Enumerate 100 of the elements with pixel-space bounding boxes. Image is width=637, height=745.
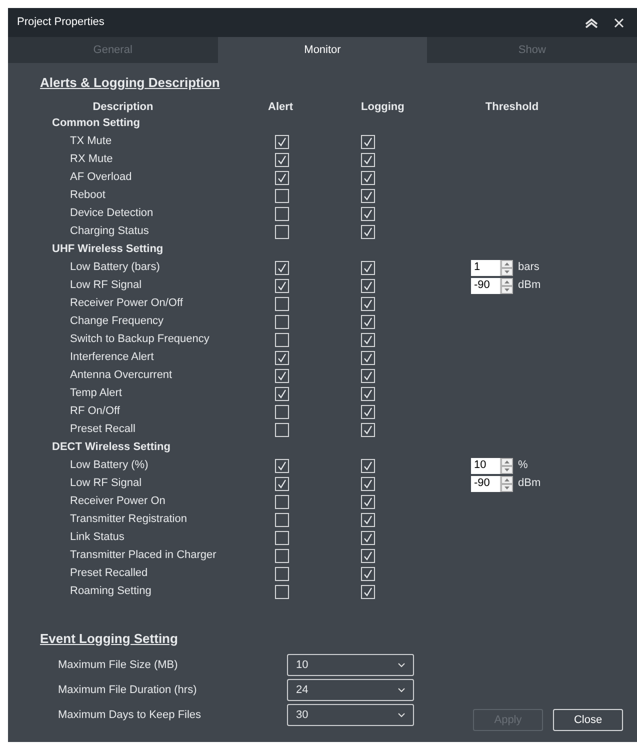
dropdown[interactable]: 10 (287, 654, 414, 676)
checkbox[interactable] (275, 350, 289, 364)
checkbox[interactable] (275, 152, 289, 166)
group-heading: UHF Wireless Setting (52, 242, 164, 258)
checkbox[interactable] (361, 548, 375, 562)
section-heading: Event Logging Setting (40, 630, 178, 646)
checkbox[interactable] (361, 404, 375, 418)
checkbox[interactable] (361, 422, 375, 436)
setting-label: Change Frequency (70, 315, 164, 328)
spin-arrows-icon[interactable] (501, 458, 513, 474)
checkbox[interactable] (361, 314, 375, 328)
checkbox[interactable] (361, 566, 375, 580)
setting-label: Transmitter Placed in Charger (70, 549, 216, 562)
checkbox[interactable] (275, 476, 289, 490)
setting-label: Receiver Power On/Off (70, 297, 183, 310)
dropdown[interactable]: 30 (287, 704, 414, 726)
setting-label: Receiver Power On (70, 495, 166, 508)
section-heading: Alerts & Logging Description (40, 75, 220, 90)
checkbox[interactable] (275, 458, 289, 472)
spin-box[interactable]: -90 (471, 476, 513, 492)
setting-label: Interference Alert (70, 351, 154, 364)
checkbox[interactable] (361, 152, 375, 166)
checkbox[interactable] (275, 260, 289, 274)
checkbox[interactable] (361, 386, 375, 400)
setting-label: Charging Status (70, 225, 149, 238)
checkbox[interactable] (275, 404, 289, 418)
setting-label: Transmitter Registration (70, 513, 187, 526)
setting-label: Switch to Backup Frequency (70, 333, 210, 346)
checkbox[interactable] (361, 494, 375, 508)
setting-label: Low RF Signal (70, 279, 142, 292)
checkbox[interactable] (361, 224, 375, 238)
setting-label: Low Battery (bars) (70, 261, 160, 274)
setting-label: Device Detection (70, 207, 154, 220)
checkbox[interactable] (275, 170, 289, 184)
checkbox[interactable] (275, 566, 289, 580)
checkbox[interactable] (275, 314, 289, 328)
collapse-icon[interactable] (585, 18, 598, 28)
checkbox[interactable] (275, 386, 289, 400)
checkbox[interactable] (361, 458, 375, 472)
setting-label: Low RF Signal (70, 477, 142, 490)
setting-label: Maximum File Size (MB) (58, 658, 178, 671)
checkbox[interactable] (361, 512, 375, 526)
chevron-down-icon (398, 662, 405, 668)
checkbox[interactable] (275, 494, 289, 508)
checkbox[interactable] (275, 278, 289, 292)
setting-label: RX Mute (70, 153, 113, 166)
checkbox[interactable] (361, 278, 375, 292)
spin-box[interactable]: -90 (471, 278, 513, 294)
spin-arrows-icon[interactable] (501, 260, 513, 276)
chevron-down-icon (398, 712, 405, 718)
checkbox[interactable] (275, 296, 289, 310)
checkbox[interactable] (275, 368, 289, 382)
checkbox[interactable] (275, 422, 289, 436)
column-header: Description (92, 100, 154, 116)
checkbox[interactable] (361, 296, 375, 310)
checkbox[interactable] (361, 260, 375, 274)
unit-label: % (518, 458, 528, 474)
column-header: Logging (361, 100, 404, 116)
checkbox[interactable] (275, 332, 289, 346)
spin-arrows-icon[interactable] (501, 476, 513, 492)
checkbox[interactable] (275, 512, 289, 526)
setting-label: Preset Recall (70, 423, 136, 436)
checkbox[interactable] (361, 530, 375, 544)
column-header: Threshold (485, 100, 539, 116)
setting-label: Reboot (70, 189, 106, 202)
checkbox[interactable] (275, 188, 289, 202)
checkbox[interactable] (361, 350, 375, 364)
setting-label: Maximum File Duration (hrs) (58, 684, 197, 696)
checkbox[interactable] (361, 170, 375, 184)
dialog-button[interactable]: Close (553, 709, 623, 731)
unit-label: dBm (518, 476, 541, 492)
checkbox[interactable] (361, 368, 375, 382)
checkbox[interactable] (361, 134, 375, 148)
setting-label: Link Status (70, 531, 124, 544)
dropdown[interactable]: 24 (287, 679, 414, 701)
checkbox[interactable] (361, 332, 375, 346)
checkbox[interactable] (275, 224, 289, 238)
checkbox[interactable] (275, 134, 289, 148)
checkbox[interactable] (361, 188, 375, 202)
setting-label: Roaming Setting (70, 585, 152, 598)
spin-box[interactable]: 1 (471, 260, 513, 276)
spin-box[interactable]: 10 (471, 458, 513, 474)
checkbox[interactable] (275, 530, 289, 544)
checkbox[interactable] (275, 206, 289, 220)
group-heading: DECT Wireless Setting (52, 440, 170, 456)
column-header: Alert (268, 100, 294, 116)
checkbox[interactable] (275, 584, 289, 598)
setting-label: Low Battery (%) (70, 459, 148, 472)
close-icon[interactable] (614, 18, 624, 28)
spin-arrows-icon[interactable] (501, 278, 513, 294)
checkbox[interactable] (361, 206, 375, 220)
setting-label: Preset Recalled (70, 567, 148, 580)
chevron-down-icon (398, 688, 405, 692)
setting-label: AF Overload (70, 171, 132, 184)
unit-label: bars (518, 260, 540, 276)
window-title: Project Properties (17, 15, 104, 30)
checkbox[interactable] (361, 584, 375, 598)
checkbox[interactable] (361, 476, 375, 490)
setting-label: TX Mute (70, 135, 112, 148)
checkbox[interactable] (275, 548, 289, 562)
